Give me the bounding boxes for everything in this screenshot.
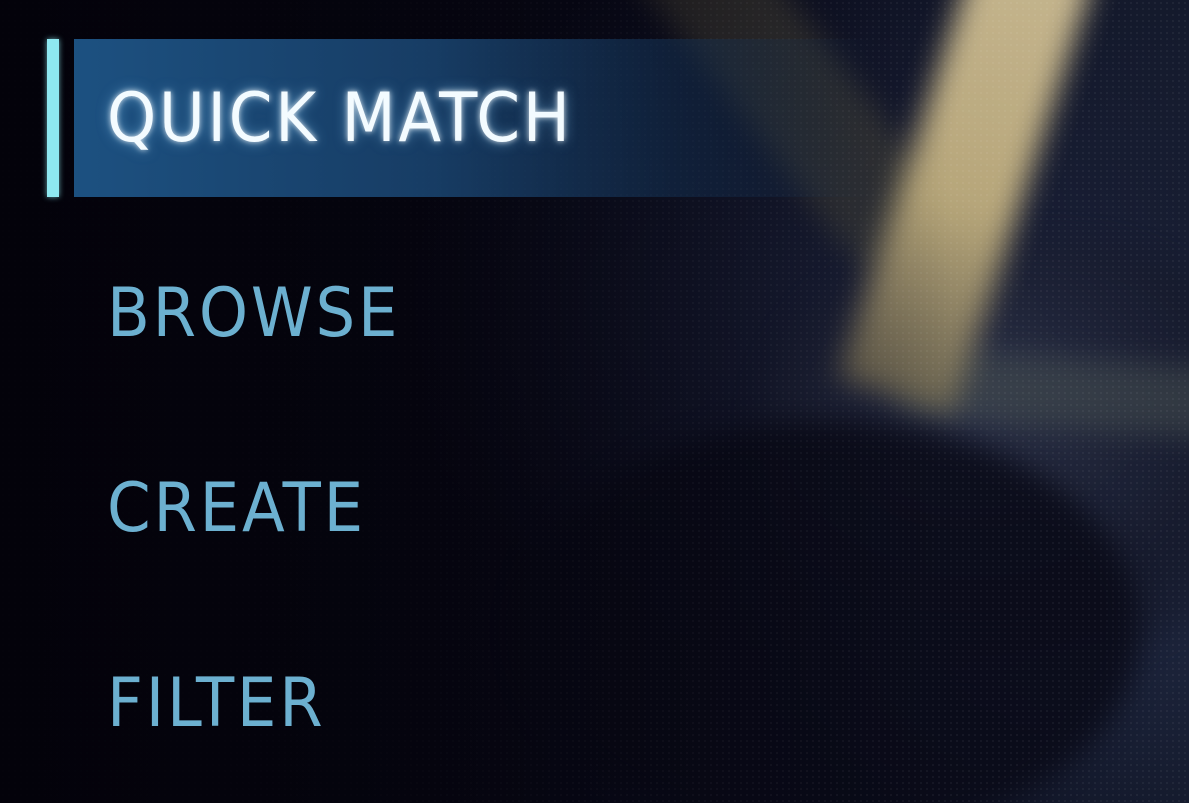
menu-item-label: FILTER (107, 663, 326, 743)
menu-item-create[interactable]: CREATE (74, 429, 874, 587)
menu-item-filter[interactable]: FILTER (74, 624, 874, 782)
menu-item-label: CREATE (107, 468, 366, 548)
game-menu-screen: QUICK MATCH BROWSE CREATE FILTER (0, 0, 1189, 803)
menu-item-quick-match[interactable]: QUICK MATCH (74, 39, 874, 197)
menu-item-label: QUICK MATCH (107, 78, 573, 158)
menu-item-browse[interactable]: BROWSE (74, 234, 874, 392)
selection-indicator-bar (47, 39, 59, 197)
menu-item-label: BROWSE (107, 273, 401, 353)
main-menu: QUICK MATCH BROWSE CREATE FILTER (0, 0, 900, 803)
